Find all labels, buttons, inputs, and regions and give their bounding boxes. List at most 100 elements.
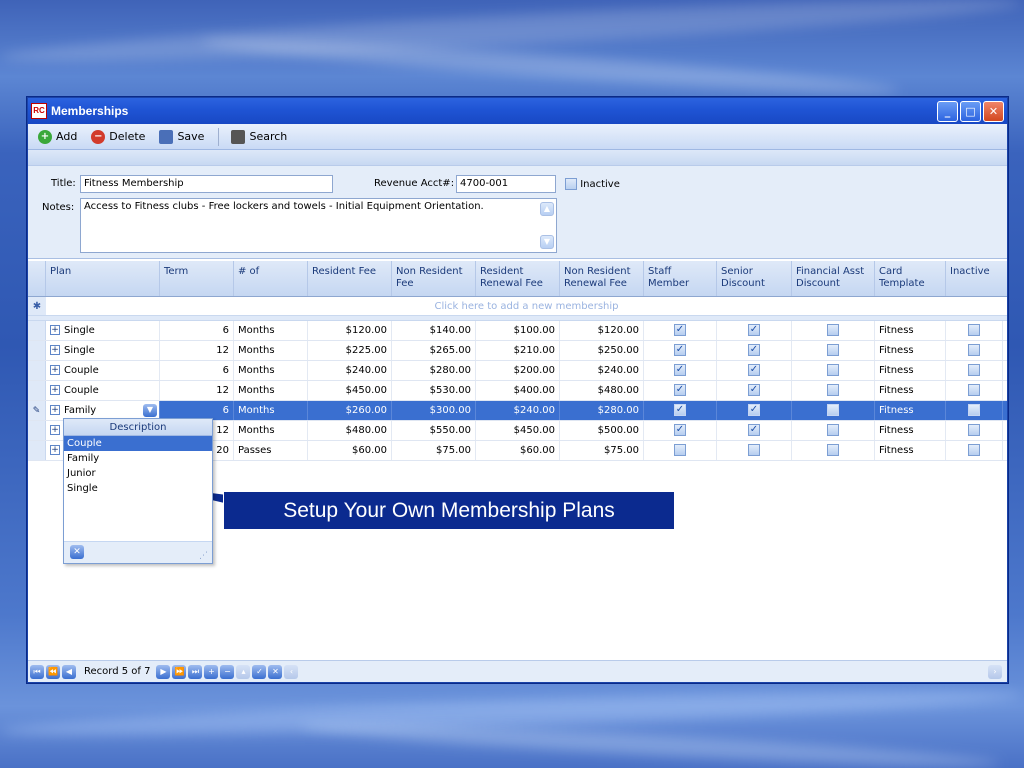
cell-res-renew[interactable]: $210.00 (476, 341, 560, 360)
cell-inactive[interactable] (946, 421, 1003, 440)
new-row-hint[interactable]: Click here to add a new membership (46, 297, 1007, 315)
column-count[interactable]: # of (234, 261, 308, 296)
cell-nonres-renew[interactable]: $280.00 (560, 401, 644, 420)
cell-staff[interactable]: ✓ (644, 381, 717, 400)
cancel-icon[interactable]: ✕ (268, 664, 283, 679)
staff-checkbox[interactable] (674, 444, 686, 456)
cell-unit[interactable]: Passes (234, 441, 308, 460)
cell-inactive[interactable] (946, 441, 1003, 460)
cell-nonres-fee[interactable]: $280.00 (392, 361, 476, 380)
column-resident-renewal-fee[interactable]: Resident Renewal Fee (476, 261, 560, 296)
cell-nonres-renew[interactable]: $120.00 (560, 321, 644, 340)
cell-nonres-fee[interactable]: $265.00 (392, 341, 476, 360)
minimize-button[interactable]: _ (937, 100, 958, 122)
staff-checkbox[interactable]: ✓ (674, 364, 686, 376)
column-financial-asst-discount[interactable]: Financial Asst Discount (792, 261, 875, 296)
cell-senior[interactable]: ✓ (717, 361, 792, 380)
cell-plan[interactable]: + Couple (46, 361, 160, 380)
column-plan[interactable]: Plan (46, 261, 160, 296)
staff-checkbox[interactable]: ✓ (674, 344, 686, 356)
table-row[interactable]: + Single 12 Months $225.00 $265.00 $210.00 $250… (28, 341, 1007, 361)
column-resident-fee[interactable]: Resident Fee (308, 261, 392, 296)
search-button[interactable]: Search (231, 129, 287, 144)
cell-card-template[interactable]: Fitness (875, 361, 946, 380)
cell-plan[interactable]: + Single (46, 321, 160, 340)
maximize-button[interactable]: □ (960, 100, 981, 122)
senior-checkbox[interactable]: ✓ (748, 344, 760, 356)
scroll-left-icon[interactable]: ‹ (284, 664, 299, 679)
column-senior-discount[interactable]: Senior Discount (717, 261, 792, 296)
expand-icon[interactable]: + (50, 325, 60, 335)
cell-inactive[interactable] (946, 321, 1003, 340)
cell-fin[interactable] (792, 361, 875, 380)
notes-field[interactable]: Access to Fitness clubs - Free lockers a… (80, 198, 557, 253)
cell-inactive[interactable] (946, 401, 1003, 420)
add-record-icon[interactable]: + (204, 664, 219, 679)
expand-icon[interactable]: + (50, 345, 60, 355)
confirm-icon[interactable]: ✓ (252, 664, 267, 679)
title-field[interactable]: Fitness Membership (80, 175, 333, 193)
cell-staff[interactable]: ✓ (644, 341, 717, 360)
next-page-icon[interactable]: ⏩ (172, 664, 187, 679)
cell-unit[interactable]: Months (234, 361, 308, 380)
cell-nonres-fee[interactable]: $530.00 (392, 381, 476, 400)
cell-res-fee[interactable]: $480.00 (308, 421, 392, 440)
senior-checkbox[interactable]: ✓ (748, 424, 760, 436)
cell-staff[interactable] (644, 441, 717, 460)
cell-res-renew[interactable]: $450.00 (476, 421, 560, 440)
close-icon[interactable]: ✕ (70, 545, 84, 559)
cell-fin[interactable] (792, 441, 875, 460)
staff-checkbox[interactable]: ✓ (674, 404, 686, 416)
dropdown-item[interactable]: Junior (64, 466, 212, 481)
senior-checkbox[interactable]: ✓ (748, 364, 760, 376)
cell-nonres-renew[interactable]: $500.00 (560, 421, 644, 440)
cell-card-template[interactable]: Fitness (875, 401, 946, 420)
cell-inactive[interactable] (946, 361, 1003, 380)
add-button[interactable]: + Add (38, 129, 77, 144)
cell-res-renew[interactable]: $240.00 (476, 401, 560, 420)
cell-nonres-renew[interactable]: $240.00 (560, 361, 644, 380)
cell-card-template[interactable]: Fitness (875, 381, 946, 400)
cell-senior[interactable]: ✓ (717, 341, 792, 360)
cell-res-fee[interactable]: $120.00 (308, 321, 392, 340)
close-button[interactable]: ✕ (983, 100, 1004, 122)
cell-fin[interactable] (792, 421, 875, 440)
cell-res-fee[interactable]: $260.00 (308, 401, 392, 420)
resize-grip-icon[interactable]: ⋰ (199, 551, 208, 561)
scroll-right-icon[interactable]: › (988, 665, 1002, 679)
inactive-row-checkbox[interactable] (968, 364, 980, 376)
inactive-checkbox-box[interactable] (565, 178, 577, 190)
column-card-template[interactable]: Card Template (875, 261, 946, 296)
inactive-row-checkbox[interactable] (968, 344, 980, 356)
edit-record-icon[interactable]: ▴ (236, 664, 251, 679)
cell-plan[interactable]: + Single (46, 341, 160, 360)
cell-res-fee[interactable]: $60.00 (308, 441, 392, 460)
cell-nonres-renew[interactable]: $480.00 (560, 381, 644, 400)
chevron-down-icon[interactable]: ▼ (143, 404, 157, 417)
next-record-icon[interactable]: ▶ (156, 664, 171, 679)
dropdown-item[interactable]: Single (64, 481, 212, 496)
cell-senior[interactable]: ✓ (717, 381, 792, 400)
scroll-down-icon[interactable]: ▼ (540, 235, 554, 249)
cell-card-template[interactable]: Fitness (875, 321, 946, 340)
cell-res-renew[interactable]: $60.00 (476, 441, 560, 460)
cell-fin[interactable] (792, 341, 875, 360)
cell-res-fee[interactable]: $225.00 (308, 341, 392, 360)
cell-senior[interactable]: ✓ (717, 401, 792, 420)
cell-unit[interactable]: Months (234, 341, 308, 360)
cell-term[interactable]: 12 (160, 381, 234, 400)
senior-checkbox[interactable] (748, 444, 760, 456)
cell-nonres-fee[interactable]: $550.00 (392, 421, 476, 440)
first-record-icon[interactable]: ⏮ (30, 664, 44, 679)
cell-term[interactable]: 12 (160, 341, 234, 360)
cell-term[interactable]: 6 (160, 321, 234, 340)
title-bar[interactable]: RC Memberships _ □ ✕ (28, 98, 1007, 124)
senior-checkbox[interactable]: ✓ (748, 404, 760, 416)
prev-page-icon[interactable]: ⏪ (46, 664, 60, 679)
cell-senior[interactable] (717, 441, 792, 460)
cell-staff[interactable]: ✓ (644, 401, 717, 420)
cell-term[interactable]: 6 (160, 361, 234, 380)
cell-unit[interactable]: Months (234, 401, 308, 420)
column-nonresident-fee[interactable]: Non Resident Fee (392, 261, 476, 296)
cell-plan[interactable]: + Couple (46, 381, 160, 400)
